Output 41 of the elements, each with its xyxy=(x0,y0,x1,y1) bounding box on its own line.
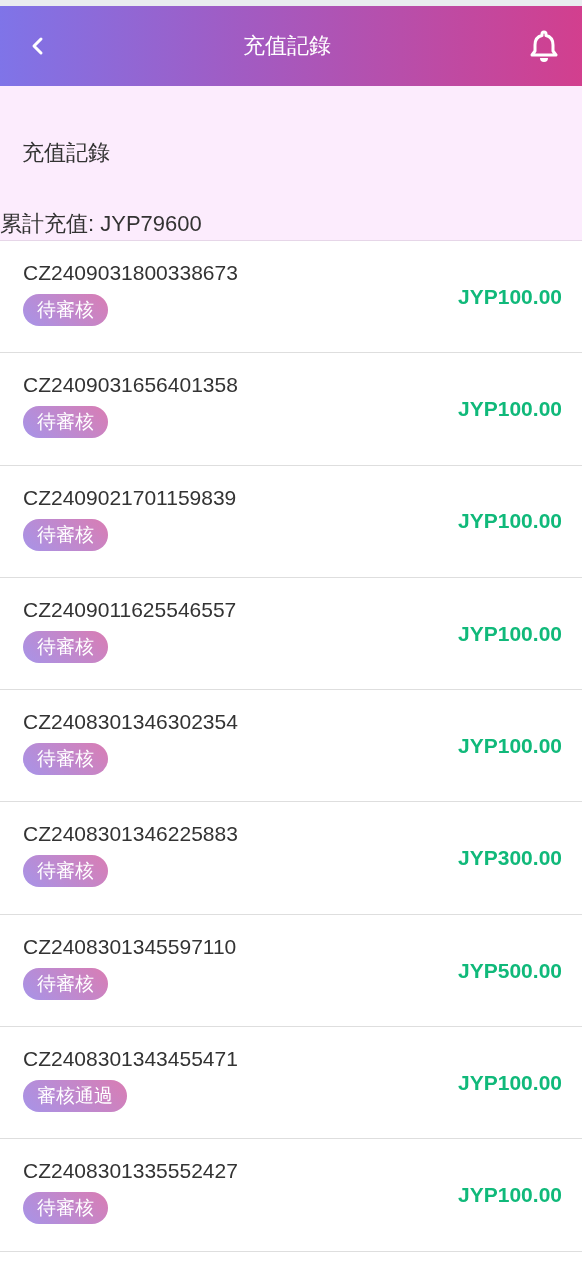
amount: JYP100.00 xyxy=(458,508,562,535)
amount: JYP100.00 xyxy=(458,620,562,647)
page-title: 充值記錄 xyxy=(243,32,331,60)
status-badge: 待審核 xyxy=(23,630,108,663)
order-number: CZ2408301345597110 xyxy=(23,933,237,959)
status-badge: 待審核 xyxy=(23,406,108,439)
order-number: CZ2409021701159839 xyxy=(23,484,237,510)
status-badge: 待審核 xyxy=(23,743,108,776)
status-badge: 待審核 xyxy=(23,855,108,888)
status-badge: 待審核 xyxy=(23,518,108,551)
order-number: CZ2408301346302354 xyxy=(23,709,238,735)
status-badge: 待審核 xyxy=(23,1192,108,1225)
order-number: CZ2408301335552427 xyxy=(23,1158,238,1184)
status-badge: 待審核 xyxy=(23,967,108,1000)
amount: JYP100.00 xyxy=(458,1069,562,1096)
order-number: CZ2408301346225883 xyxy=(23,821,238,847)
order-number: CZ2409031656401358 xyxy=(23,372,238,398)
amount: JYP500.00 xyxy=(458,957,562,984)
status-badge: 審核通過 xyxy=(23,1080,127,1113)
back-icon[interactable] xyxy=(30,36,44,56)
section-heading: 充值記錄 xyxy=(21,139,111,167)
order-number: CZ2408301343455471 xyxy=(23,1046,238,1072)
record-row[interactable]: CZ2409021701159839 待審核 JYP100.00 xyxy=(0,465,582,578)
record-row[interactable]: CZ2409031800338673 待審核 JYP100.00 xyxy=(0,241,582,354)
status-badge: 待審核 xyxy=(23,294,108,326)
order-number: CZ2409031800338673 xyxy=(23,260,238,285)
record-row[interactable]: CZ2408301343455471 審核通過 JYP100.00 xyxy=(0,1027,582,1140)
total-recharge: 累計充值: JYP79600 xyxy=(0,210,203,238)
bell-icon[interactable] xyxy=(530,30,558,62)
record-row[interactable]: CZ2409031656401358 待審核 JYP100.00 xyxy=(0,353,582,466)
record-row[interactable]: CZ2409011625546557 待審核 JYP100.00 xyxy=(0,577,582,691)
amount: JYP100.00 xyxy=(458,733,562,760)
amount: JYP100.00 xyxy=(458,283,562,310)
amount: JYP100.00 xyxy=(458,1182,562,1209)
record-row[interactable]: CZ2408301346225883 待審核 JYP300.00 xyxy=(0,802,582,915)
amount: JYP300.00 xyxy=(458,845,562,872)
order-number: CZ2409011625546557 xyxy=(23,596,237,622)
amount: JYP100.00 xyxy=(458,396,562,423)
record-row[interactable]: CZ2408301335552427 待審核 JYP100.00 xyxy=(0,1139,582,1252)
record-row[interactable]: CZ2408301345597110 待審核 JYP500.00 xyxy=(0,914,582,1028)
record-row[interactable]: CZ2408301346302354 待審核 JYP100.00 xyxy=(0,690,582,803)
